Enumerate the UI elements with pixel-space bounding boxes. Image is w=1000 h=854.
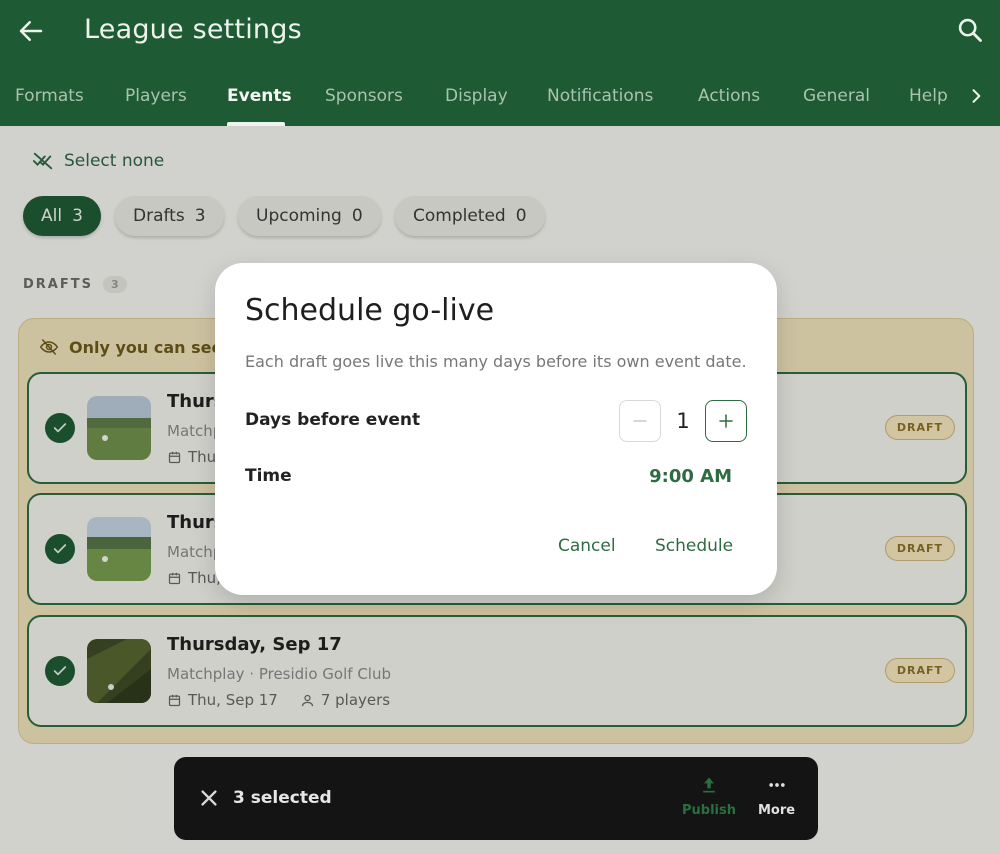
selection-action-bar: 3 selected Publish More bbox=[174, 757, 818, 840]
tab-events[interactable]: Events bbox=[227, 86, 292, 106]
more-horizontal-icon bbox=[768, 783, 785, 787]
page-title: League settings bbox=[84, 14, 302, 45]
plus-icon bbox=[719, 414, 733, 428]
time-label: Time bbox=[245, 466, 292, 486]
tab-bar: Formats Players Events Sponsors Display … bbox=[0, 78, 1000, 126]
close-icon[interactable] bbox=[198, 787, 220, 809]
tab-notifications[interactable]: Notifications bbox=[547, 86, 653, 106]
back-arrow-icon[interactable] bbox=[16, 16, 46, 46]
selected-count: 3 selected bbox=[233, 788, 332, 808]
more-label: More bbox=[758, 803, 796, 818]
schedule-go-live-dialog: Schedule go-live Each draft goes live th… bbox=[215, 263, 777, 595]
publish-button[interactable]: Publish bbox=[682, 775, 736, 818]
tab-general[interactable]: General bbox=[803, 86, 870, 106]
cancel-button[interactable]: Cancel bbox=[558, 536, 616, 556]
minus-icon bbox=[633, 420, 647, 422]
dialog-title: Schedule go-live bbox=[245, 293, 495, 328]
search-icon[interactable] bbox=[956, 16, 984, 44]
decrement-button[interactable] bbox=[619, 400, 661, 442]
schedule-button[interactable]: Schedule bbox=[655, 536, 733, 556]
dialog-description: Each draft goes live this many days befo… bbox=[245, 352, 747, 371]
tab-display[interactable]: Display bbox=[445, 86, 508, 106]
app-bar: League settings Formats Players Events S… bbox=[0, 0, 1000, 126]
days-before-label: Days before event bbox=[245, 410, 421, 430]
tab-formats[interactable]: Formats bbox=[15, 86, 84, 106]
publish-label: Publish bbox=[682, 803, 736, 818]
tab-help[interactable]: Help bbox=[909, 86, 948, 106]
increment-button[interactable] bbox=[705, 400, 747, 442]
upload-icon bbox=[703, 777, 715, 793]
days-before-value: 1 bbox=[676, 409, 690, 433]
tab-actions[interactable]: Actions bbox=[698, 86, 760, 106]
time-picker-button[interactable]: 9:00 AM bbox=[649, 466, 732, 487]
more-button[interactable]: More bbox=[758, 775, 795, 818]
tab-sponsors[interactable]: Sponsors bbox=[325, 86, 403, 106]
tab-players[interactable]: Players bbox=[125, 86, 187, 106]
chevron-right-icon[interactable] bbox=[966, 86, 986, 106]
